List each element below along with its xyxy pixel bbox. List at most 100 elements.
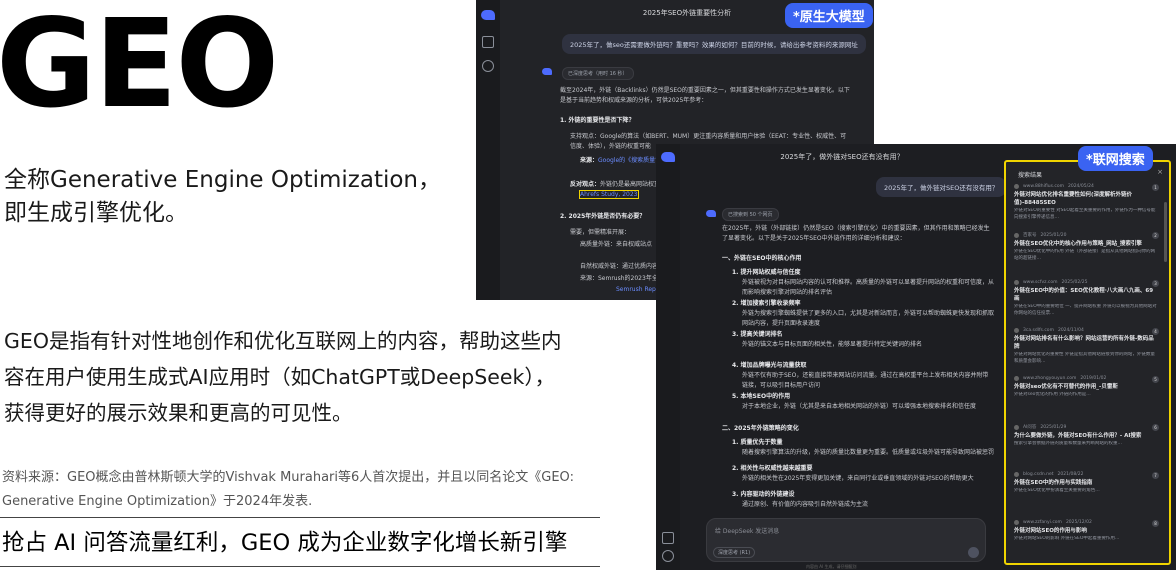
search-result-item[interactable]: www.88hiflus.com 2024/05/24 外链对网站优化排名重要性如何… [1014,184,1159,221]
chat-input[interactable]: 给 DeepSeek 发送消息 深度思考 (R1) [706,518,986,562]
search-results-panel: 搜索结果 × www.88hiflus.com 2024/05/24 外链对网站优化… [1004,160,1171,565]
search-result-snippet: 外链对SEO的重要性 对SEO起着至关重要的作用，外链作为一种信号能向搜索引擎传… [1014,208,1156,220]
search-result-item[interactable]: 3ca.sdlfs.com 2024/11/04 外链对网站排名有什么影响？网站运营… [1014,328,1159,365]
search-result-site: www.88hiflus.com [1023,184,1064,189]
search-result-item[interactable]: www.zhongyouyun.com 2019/01/02 外链对seo优化有不可… [1014,376,1159,405]
scrollbar[interactable] [1164,202,1167,262]
description-line: 容在用户使用生成式AI应用时（如ChatGPT或DeepSeek）， [4,365,556,389]
answer-heading: 一、外链在SEO中的核心作用 [722,255,802,262]
search-result-index: 5 [1152,376,1159,383]
search-result-index: 6 [1152,424,1159,431]
list-item-title: 2. 增加搜索引擎收录频率 [732,300,801,307]
search-result-site: www.zzfanyi.com [1023,520,1062,525]
list-item-text: 外链被视为对目标网站内容的认可和推荐。高质量的外链可以显著提升网站的权重和可信度… [742,279,994,296]
list-item-text: 通过原创、有价值的内容吸引自然外链成为主流 [742,501,869,508]
search-result-item[interactable]: www.scfvz.com 2025/02/25 外链在SEO中的价值：SEO优化教… [1014,280,1159,317]
search-result-snippet: 外链对seo优化的作用 外链的作用是… [1014,392,1091,397]
counter-view-label: 反对观点： [570,181,601,188]
phone-icon[interactable] [662,532,674,544]
search-result-title[interactable]: 为什么要做外链，外链对SEO有什么作用？- AI搜索 [1014,432,1157,440]
site-favicon-icon [1014,184,1019,189]
site-favicon-icon [1014,424,1019,430]
highlighted-citation[interactable]: Ahrefs Study, 2023 [579,190,639,199]
list-item-text: 对于本地企业，外链（尤其是来自本地相关网站的外链）可以增强本地搜索排名和信任度 [742,403,977,410]
slogan: 抢占 AI 问答流量红利，GEO 成为企业数字化增长新引擎 [2,530,568,556]
search-result-index: 2 [1152,232,1159,239]
source-line: 资料来源：GEO概念由普林斯顿大学的Vishvak Murahari等6人首次提… [2,470,574,485]
search-result-meta: AI问答 2025/01/29 [1014,424,1157,430]
answer-intro: 截至2024年，外链（Backlinks）仍然是SEO的重要因素之一，但其重要性… [560,87,850,104]
description: GEO是指有针对性地创作和优化互联网上的内容，帮助这些内 容在用户使用生成式AI… [4,323,616,431]
answer-intro: 在2025年，外链（外部链接）仍然是SEO（搜索引擎优化）中的重要因素，但其作用… [722,225,990,242]
description-line: 获得更好的展示效果和更高的可见性。 [4,401,353,425]
search-result-title[interactable]: 外链在SEO优化中的核心作用与策略_网站_搜索引擎 [1014,240,1157,248]
search-result-item[interactable]: AI问答 2025/01/29 为什么要做外链，外链对SEO有什么作用？- AI搜索… [1014,424,1159,454]
search-result-title[interactable]: 外链在SEO中的价值：SEO优化教程·八大画八九画、69画 [1014,287,1157,303]
search-result-snippet: 搜索引擎会依据外链的质量和数量来判断网站的权重… [1014,441,1122,446]
web-search-window: 2025年了，做外链对SEO还有没有用？ 2025年了，做外链对SEO还有没有用… [656,144,1176,570]
search-result-snippet: 外链对网站SEO的影响 外链在SEO中起着重要作用… [1014,536,1120,541]
send-button[interactable] [968,547,979,558]
search-result-index: 4 [1152,328,1159,335]
new-chat-icon[interactable] [482,60,494,72]
web-search-tag: *联网搜索 [1078,146,1153,171]
list-item-text: 随着搜索引擎算法的升级，外链的质量比数量更为重要。低质量或垃圾外链可能导致网站被… [742,449,994,456]
search-result-site: www.scfvz.com [1023,280,1058,285]
deep-think-toggle[interactable]: 深度思考 (R1) [713,547,756,558]
search-result-meta: www.zhongyouyun.com 2019/01/02 [1014,376,1157,381]
answer-heading: 二、2025年外链策略的变化 [722,425,799,432]
search-result-date: 2024/05/24 [1067,184,1094,189]
site-favicon-icon [1014,472,1019,477]
definition-line: 即生成引擎优化。 [4,200,188,226]
user-avatar-icon[interactable] [662,550,674,562]
list-item-title: 1. 质量优先于数量 [732,439,783,446]
search-result-title[interactable]: 外链对网站排名有什么影响？网站运营的所有外链-数码品牌 [1014,335,1157,351]
native-model-tag: *原生大模型 [785,3,873,28]
search-result-title[interactable]: 外链对seo优化有不可替代的作用_-贝雷斯 [1014,383,1157,391]
search-result-date: 2025/12/02 [1065,520,1092,525]
close-icon[interactable]: × [1157,168,1163,176]
user-question-bubble: 2025年了，做外链对SEO还有没有用？ [876,177,1007,197]
search-result-site: www.zhongyouyun.com [1023,376,1077,381]
divider [0,566,600,567]
search-result-index: 1 [1152,184,1159,191]
search-result-site: 3ca.sdlfs.com [1023,328,1054,333]
chat-input-placeholder: 给 DeepSeek 发送消息 [715,528,780,535]
search-result-meta: blog.csdn.net 2021/08/22 [1014,472,1157,477]
search-result-meta: 3ca.sdlfs.com 2024/11/04 [1014,328,1157,333]
thinking-chip[interactable]: 已深度思考（用时 16 秒） [562,67,634,80]
search-result-item[interactable]: 百家号 2025/01/20 外链在SEO优化中的核心作用与策略_网站_搜索引擎 外链… [1014,232,1159,262]
deepseek-logo-icon [481,10,495,20]
site-favicon-icon [1014,328,1019,333]
deepseek-logo-icon [661,152,675,162]
search-result-meta: 百家号 2025/01/20 [1014,232,1157,238]
search-result-date: 2025/02/25 [1061,280,1088,285]
search-result-date: 2025/01/20 [1040,232,1067,238]
list-item-title: 3. 内容驱动的外链建设 [732,491,795,498]
search-result-title[interactable]: 外链对网站优化排名重要性如何(深度解析外链价值)-88485SEO [1014,191,1157,207]
site-favicon-icon [1014,232,1019,238]
search-result-index: 8 [1152,520,1159,527]
assistant-avatar-icon [706,210,716,217]
search-result-item[interactable]: blog.csdn.net 2021/08/22 外链在SEO中的作用与实践指南 外链… [1014,472,1159,501]
search-result-title[interactable]: 外链在SEO中的作用与实践指南 [1014,479,1157,487]
divider [0,517,600,518]
answer-heading: 1. 外链的重要性是否下降？ [560,117,635,124]
search-result-snippet: 外链在SEO优化中的作用 外链（外部链接）是指从其他网站指向你的网站的超链接… [1014,249,1156,261]
list-item-title: 3. 提高关键词排名 [732,331,783,338]
search-result-snippet: 外链在SEO优化中扮演着至关重要的角色… [1014,488,1100,493]
search-chip[interactable]: 已搜索到 50 个网页 [722,208,779,221]
sidebar-toggle-icon[interactable] [482,36,494,48]
search-result-meta: www.scfvz.com 2025/02/25 [1014,280,1157,285]
list-item-text: 外链的相关性在2025年变得更加关键，来自同行业或垂直领域的外链对SEO的帮助更… [742,475,974,482]
search-result-title[interactable]: 外链对网站SEO的作用与影响 [1014,527,1157,535]
definition-line: 全称Generative Engine Optimization， [4,167,441,193]
definition: 全称Generative Engine Optimization， 即生成引擎优… [4,164,441,230]
search-result-site: blog.csdn.net [1023,472,1054,477]
search-result-item[interactable]: www.zzfanyi.com 2025/12/02 外链对网站SEO的作用与影响外… [1014,520,1159,549]
sidebar-rail [656,144,680,570]
list-item-text: 外链为搜索引擎蜘蛛提供了更多的入口，尤其是对新站而言，外链可以帮助蜘蛛更快发现和… [742,310,994,327]
description-line: GEO是指有针对性地创作和优化互联网上的内容，帮助这些内 [4,329,562,353]
user-question-bubble: 2025年了，做seo还需要做外链吗？重要吗？效果的如何？目前的时候，请给出参考… [562,34,866,54]
list-item-title: 4. 增加品牌曝光与流量获取 [732,362,807,369]
